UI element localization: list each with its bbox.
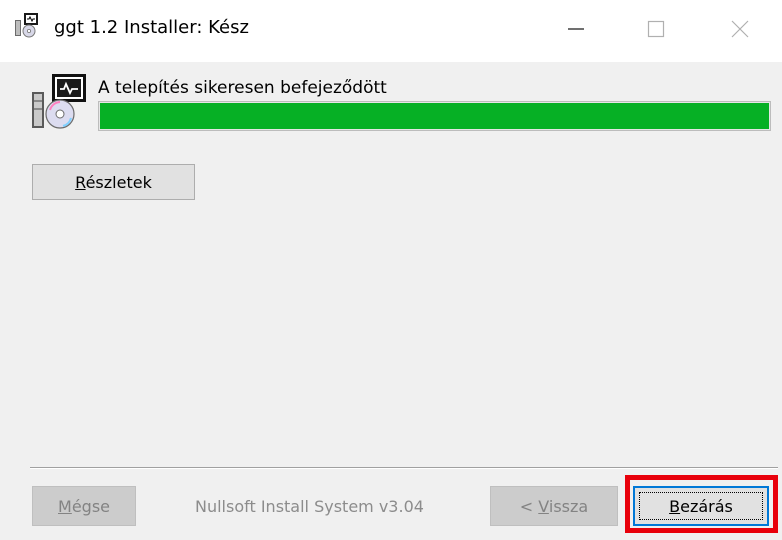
- close-button-label: Bezárás: [669, 496, 733, 516]
- maximize-button[interactable]: [628, 0, 684, 62]
- close-icon: [730, 19, 750, 43]
- window-title: ggt 1.2 Installer: Kész: [54, 17, 249, 38]
- installer-brand-text: Nullsoft Install System v3.04: [195, 497, 424, 516]
- back-button-label: < Vissza: [519, 496, 589, 516]
- details-button-label: Részletek: [75, 172, 152, 192]
- cancel-button[interactable]: Mégse: [32, 486, 136, 526]
- installer-window: ggt 1.2 Installer: Kész A telepítés sike…: [0, 0, 782, 540]
- footer-divider: [30, 467, 778, 469]
- maximize-icon: [646, 19, 666, 43]
- back-button[interactable]: < Vissza: [490, 486, 618, 526]
- minimize-button[interactable]: [548, 0, 604, 62]
- installer-icon: [14, 12, 40, 38]
- installer-cd-icon: [30, 72, 90, 130]
- close-button[interactable]: Bezárás: [633, 486, 769, 526]
- progress-fill: [100, 103, 769, 129]
- minimize-icon: [566, 19, 586, 43]
- install-progress-bar: [98, 101, 771, 131]
- cancel-button-label: Mégse: [58, 496, 110, 516]
- status-message: A telepítés sikeresen befejeződött: [98, 78, 387, 98]
- close-window-button[interactable]: [712, 0, 768, 62]
- details-button[interactable]: Részletek: [32, 164, 195, 200]
- title-bar: ggt 1.2 Installer: Kész: [0, 0, 782, 62]
